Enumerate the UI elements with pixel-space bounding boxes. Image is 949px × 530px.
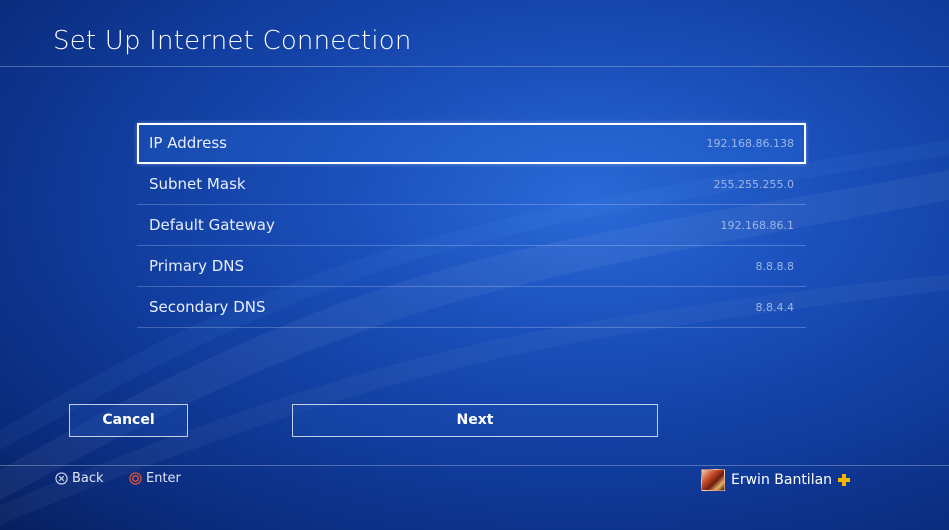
setting-row-default-gateway[interactable]: Default Gateway 192.168.86.1 [137, 205, 806, 246]
footer-divider [0, 465, 949, 466]
enter-hint[interactable]: Enter [129, 471, 181, 486]
cancel-button[interactable]: Cancel [69, 404, 188, 437]
playstation-plus-icon [838, 474, 851, 486]
setting-row-ip-address[interactable]: IP Address 192.168.86.138 [137, 123, 806, 164]
setting-label: Default Gateway [149, 216, 275, 234]
avatar [701, 469, 725, 491]
title-divider [0, 66, 949, 67]
next-button[interactable]: Next [292, 404, 658, 437]
user-name: Erwin Bantilan [731, 472, 833, 488]
setting-row-subnet-mask[interactable]: Subnet Mask 255.255.255.0 [137, 164, 806, 205]
back-hint[interactable]: Back [55, 471, 104, 486]
setting-value: 255.255.255.0 [713, 178, 794, 191]
enter-label: Enter [146, 471, 181, 486]
setting-label: Subnet Mask [149, 175, 246, 193]
setting-value: 8.8.4.4 [755, 301, 794, 314]
setting-value: 192.168.86.1 [720, 219, 794, 232]
setting-row-secondary-dns[interactable]: Secondary DNS 8.8.4.4 [137, 287, 806, 328]
page-title: Set Up Internet Connection [53, 26, 412, 56]
cross-button-icon [55, 472, 68, 485]
circle-button-icon [129, 472, 142, 485]
setting-row-primary-dns[interactable]: Primary DNS 8.8.8.8 [137, 246, 806, 287]
setting-label: Secondary DNS [149, 298, 266, 316]
setting-label: IP Address [149, 134, 227, 152]
setting-value: 8.8.8.8 [755, 260, 794, 273]
setting-value: 192.168.86.138 [706, 137, 794, 150]
network-settings-list: IP Address 192.168.86.138 Subnet Mask 25… [137, 123, 806, 328]
back-label: Back [72, 471, 104, 486]
user-profile[interactable]: Erwin Bantilan [701, 469, 851, 491]
setting-label: Primary DNS [149, 257, 245, 275]
